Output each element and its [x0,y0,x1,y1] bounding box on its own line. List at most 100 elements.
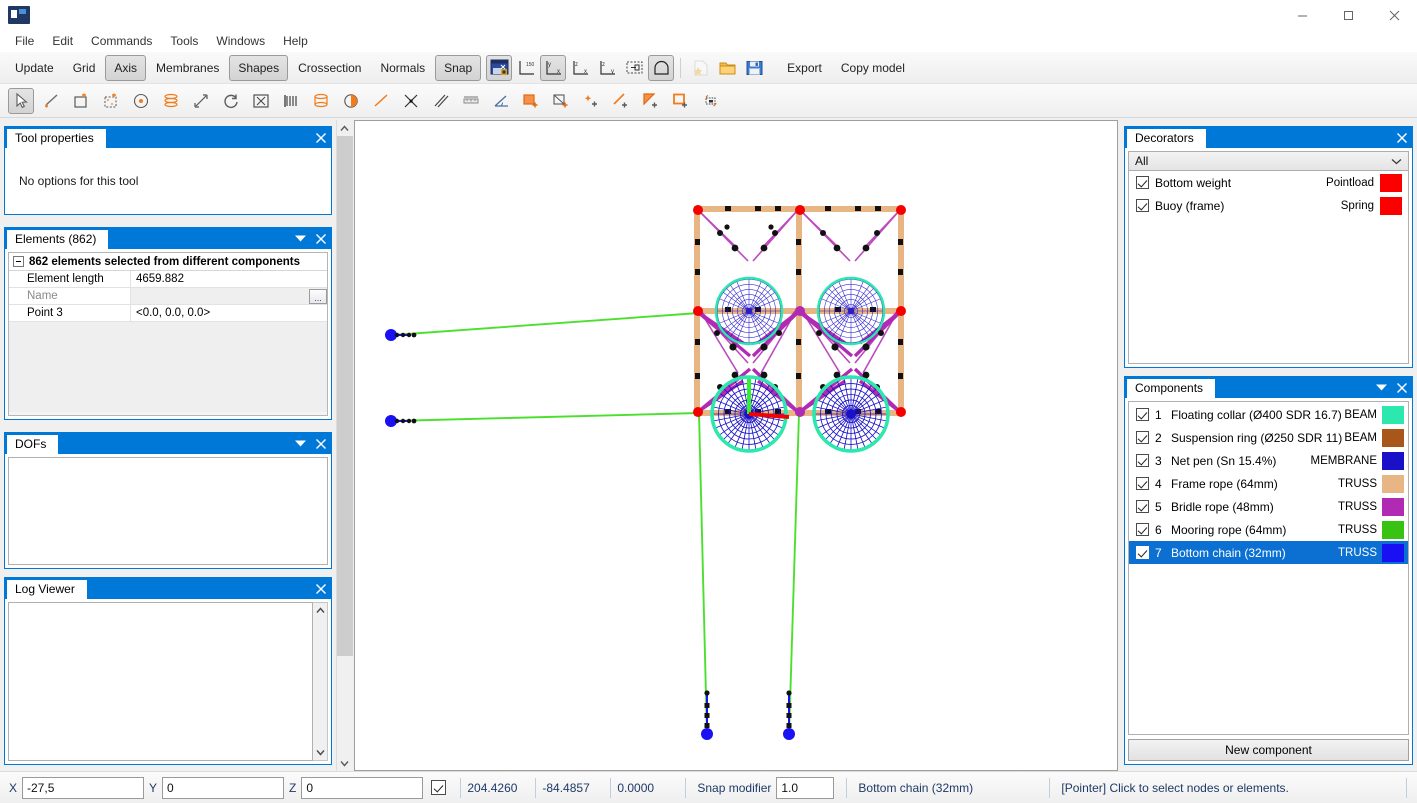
log-text-area[interactable] [8,602,313,761]
new-component-button[interactable]: New component [1128,739,1409,761]
list-item[interactable]: Buoy (frame) Spring [1129,194,1408,217]
copy-model-button[interactable]: Copy model [832,55,914,81]
model-viewport[interactable] [354,120,1118,771]
component-checkbox[interactable] [1136,523,1149,536]
close-icon[interactable] [1396,382,1408,394]
dofs-tab[interactable]: DOFs [7,435,59,454]
zoom-extents-icon[interactable] [621,55,647,81]
chevron-down-icon[interactable] [294,439,307,448]
log-viewer-tab[interactable]: Log Viewer [7,580,87,599]
coordinate-lock-checkbox[interactable] [431,780,447,795]
element-length-value[interactable]: 4659.882 [131,271,327,287]
point3-value[interactable]: <0.0, 0.0, 0.0> [131,305,327,321]
component-checkbox[interactable] [1136,408,1149,421]
chevron-up-icon[interactable] [337,120,352,136]
add-membrane-icon[interactable] [548,88,574,114]
add-square-icon[interactable] [668,88,694,114]
minimize-button[interactable] [1279,0,1325,30]
menu-file[interactable]: File [6,31,43,51]
toolbar-crossection-button[interactable]: Crossection [289,55,370,81]
table-row[interactable]: 7 Bottom chain (32mm) TRUSS [1129,541,1408,564]
save-icon[interactable] [741,55,767,81]
left-dock-scrollbar[interactable] [336,120,353,771]
dofs-list[interactable] [8,457,328,565]
maximize-button[interactable] [1325,0,1371,30]
close-icon[interactable] [315,132,327,144]
decorators-filter-select[interactable]: All [1128,151,1409,171]
table-row[interactable]: Point 3 <0.0, 0.0, 0.0> [9,305,327,322]
log-scrollbar[interactable] [313,602,328,761]
rotate-icon[interactable] [218,88,244,114]
snap-modifier-input[interactable]: 1.0 [776,776,835,799]
intersection-icon[interactable] [398,88,424,114]
toolbar-normals-button[interactable]: Normals [371,55,434,81]
decorator-checkbox[interactable] [1136,176,1149,189]
name-value[interactable]: ... [131,288,327,304]
decorator-color-swatch[interactable] [1380,173,1402,192]
scrollbar-thumb[interactable] [337,136,353,656]
chevron-down-icon[interactable] [294,234,307,243]
chevron-down-icon[interactable] [337,755,352,771]
chevron-down-icon[interactable] [313,745,327,760]
add-triangle-icon[interactable] [638,88,664,114]
table-row[interactable]: 5 Bridle rope (48mm) TRUSS [1129,495,1408,518]
measure-angle-icon[interactable] [488,88,514,114]
parallel-lines-icon[interactable] [428,88,454,114]
draw-rectangle-icon[interactable] [68,88,94,114]
mirror-half-icon[interactable] [338,88,364,114]
name-browse-button[interactable]: ... [309,288,327,304]
toolbar-grid-button[interactable]: Grid [64,55,105,81]
menu-commands[interactable]: Commands [82,31,161,51]
toolbar-update-button[interactable]: Update [6,55,63,81]
table-row[interactable]: 1 Floating collar (Ø400 SDR 16.7) BEAM [1129,403,1408,426]
component-color-swatch[interactable] [1382,451,1404,470]
collapse-icon[interactable] [13,256,24,267]
close-button[interactable] [1371,0,1417,30]
table-row[interactable]: 6 Mooring rope (64mm) TRUSS [1129,518,1408,541]
chevron-down-icon[interactable] [1391,154,1402,168]
chevron-up-icon[interactable] [313,603,327,618]
measure-distance-icon[interactable] [458,88,484,114]
chevron-down-icon[interactable] [1375,383,1388,392]
add-line-icon[interactable] [608,88,634,114]
close-icon[interactable] [315,438,327,450]
decorator-checkbox[interactable] [1136,199,1149,212]
scale-icon[interactable] [188,88,214,114]
components-list[interactable]: 1 Floating collar (Ø400 SDR 16.7) BEAM 2… [1128,401,1409,735]
component-checkbox[interactable] [1136,477,1149,490]
component-checkbox[interactable] [1136,500,1149,513]
z-input[interactable]: 0 [301,776,424,799]
export-button[interactable]: Export [778,55,831,81]
iso-view-icon[interactable]: 150 [513,55,539,81]
open-folder-icon[interactable] [714,55,740,81]
mesh-rectangle-icon[interactable] [98,88,124,114]
component-color-swatch[interactable] [1382,474,1404,493]
top-view-icon[interactable]: z y [594,55,620,81]
toolbar-snap-button[interactable]: Snap [435,54,482,81]
elements-tab[interactable]: Elements (862) [7,230,109,249]
list-item[interactable]: Bottom weight Pointload [1129,171,1408,194]
toolbar-membranes-button[interactable]: Membranes [147,55,228,81]
elements-summary-row[interactable]: 862 elements selected from different com… [9,253,327,271]
tool-properties-tab[interactable]: Tool properties [7,129,106,148]
scrollbar-track[interactable] [337,136,353,755]
component-color-swatch[interactable] [1382,428,1404,447]
toolbar-axis-button[interactable]: Axis [105,54,147,81]
y-input[interactable]: 0 [162,776,285,799]
fit-selection-icon[interactable] [248,88,274,114]
component-color-swatch[interactable] [1382,497,1404,516]
draw-line-icon[interactable] [38,88,64,114]
close-icon[interactable] [315,583,327,595]
decorator-color-swatch[interactable] [1380,196,1402,215]
x-input[interactable]: -27,5 [22,776,145,799]
toolbar-shapes-button[interactable]: Shapes [229,54,289,81]
diagonal-line-icon[interactable] [368,88,394,114]
table-row[interactable]: 3 Net pen (Sn 15.4%) MEMBRANE [1129,449,1408,472]
shape-view-icon[interactable] [648,54,675,81]
components-tab[interactable]: Components [1127,379,1216,398]
close-icon[interactable] [1396,132,1408,144]
menu-edit[interactable]: Edit [43,31,82,51]
pointer-select-icon[interactable] [8,87,34,114]
extrude-icon[interactable] [308,88,334,114]
component-checkbox[interactable] [1136,454,1149,467]
